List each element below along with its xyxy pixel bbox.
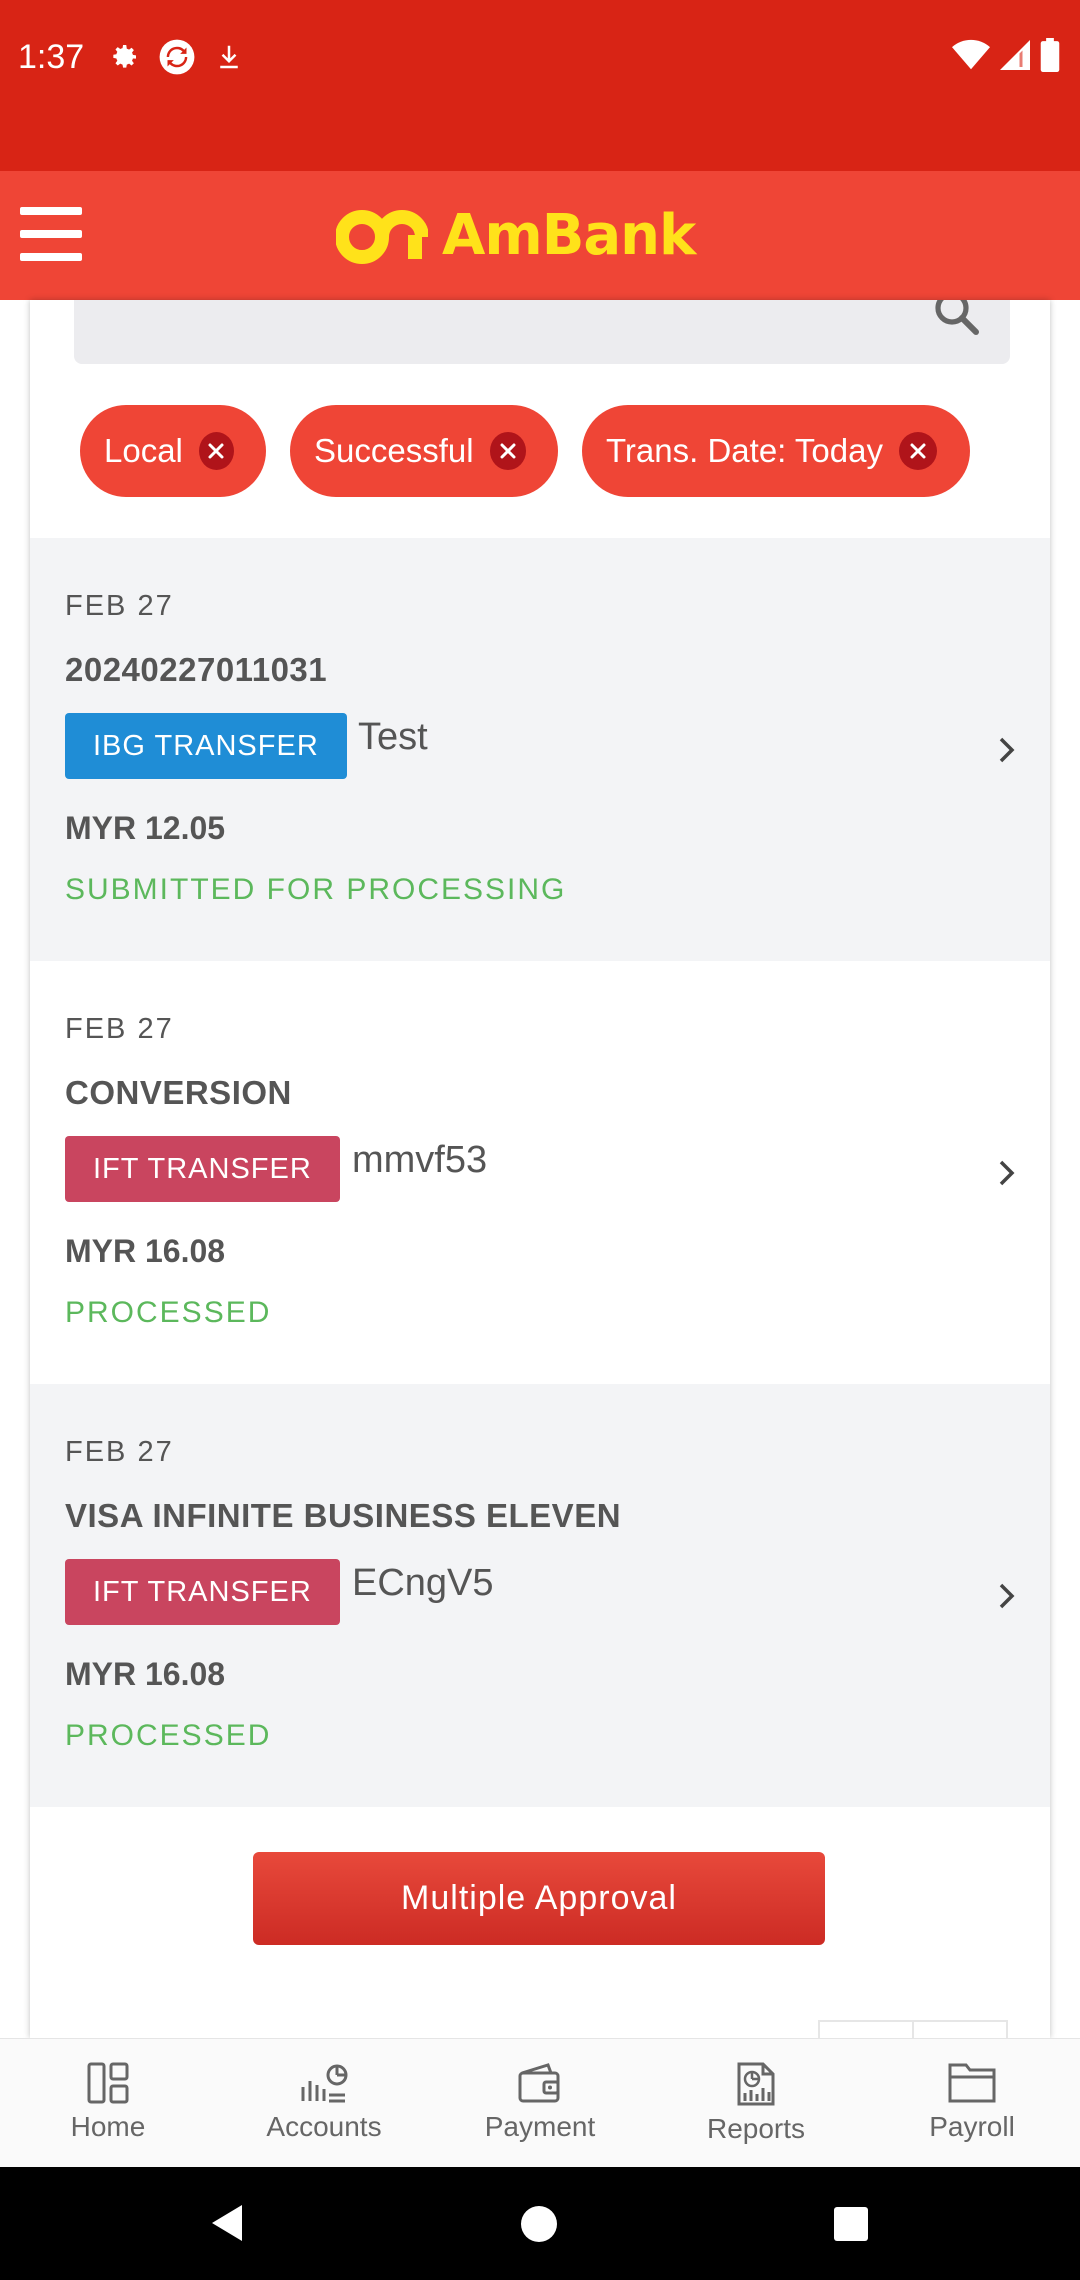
pagination-control[interactable] <box>818 2020 1008 2038</box>
transaction-date: FEB 27 <box>65 590 174 622</box>
ambank-logo-icon <box>336 210 428 264</box>
transaction-description: ECngV5 <box>352 1562 494 1604</box>
filter-chips: Local Successful Trans. Date: Today <box>80 405 970 497</box>
chevron-right-icon[interactable] <box>996 1580 1018 1612</box>
nav-label: Accounts <box>266 2111 382 2142</box>
filter-chip-trans-date[interactable]: Trans. Date: Today <box>582 405 970 497</box>
nav-label: Payment <box>484 2111 596 2142</box>
nav-item-home[interactable]: Home <box>0 2039 216 2167</box>
transaction-status: SUBMITTED FOR PROCESSING <box>65 873 567 906</box>
status-icons-left <box>108 38 244 76</box>
transactions-panel: Local Successful Trans. Date: Today FEB … <box>30 300 1050 2038</box>
wifi-icon <box>952 39 990 70</box>
transaction-amount: MYR 16.08 <box>65 1656 226 1692</box>
filter-chip-label: Trans. Date: Today <box>606 432 883 469</box>
cellular-signal-icon <box>1000 40 1030 70</box>
transaction-row[interactable]: FEB 27 VISA INFINITE BUSINESS ELEVEN IFT… <box>30 1384 1050 1807</box>
nav-item-accounts[interactable]: Accounts <box>216 2039 432 2167</box>
back-icon[interactable] <box>210 2203 244 2243</box>
remove-filter-icon[interactable] <box>489 432 526 470</box>
transaction-status: PROCESSED <box>65 1719 272 1752</box>
transaction-description: mmvf53 <box>352 1139 488 1181</box>
wallet-icon <box>518 2063 560 2103</box>
nav-item-payment[interactable]: Payment <box>432 2039 648 2167</box>
search-icon[interactable] <box>930 300 986 340</box>
transaction-description: Test <box>358 716 428 758</box>
transaction-list: FEB 27 20240227011031 IBG TRANSFER Test … <box>30 538 1050 1807</box>
battery-icon <box>1040 38 1060 72</box>
recent-apps-button[interactable] <box>834 2207 868 2241</box>
transaction-status: PROCESSED <box>65 1296 272 1329</box>
sync-icon <box>159 39 195 75</box>
status-time: 1:37 <box>18 38 85 76</box>
transaction-date: FEB 27 <box>65 1013 174 1045</box>
app-header: AmBank <box>0 171 1080 300</box>
accounts-icon <box>301 2064 348 2103</box>
menu-icon[interactable] <box>20 207 82 261</box>
transaction-amount: MYR 16.08 <box>65 1233 226 1269</box>
nav-item-reports[interactable]: Reports <box>648 2039 864 2167</box>
reports-icon <box>737 2062 775 2106</box>
transaction-type-badge: IBG TRANSFER <box>65 713 347 779</box>
brand-logo: AmBank <box>336 197 696 273</box>
payroll-icon <box>948 2063 996 2103</box>
settings-icon <box>113 45 136 68</box>
filter-chip-successful[interactable]: Successful <box>290 405 558 497</box>
system-navigation-bar <box>0 2167 1080 2280</box>
transaction-type-badge: IFT TRANSFER <box>65 1136 340 1202</box>
transaction-row[interactable]: FEB 27 20240227011031 IBG TRANSFER Test … <box>30 538 1050 961</box>
bottom-nav: Home Accounts Payment Reports Payroll <box>0 2038 1080 2167</box>
filter-chip-local[interactable]: Local <box>80 405 266 497</box>
nav-label: Reports <box>706 2113 806 2144</box>
status-icons-right <box>952 38 1060 72</box>
transaction-type-badge: IFT TRANSFER <box>65 1559 340 1625</box>
chevron-right-icon[interactable] <box>996 734 1018 766</box>
nav-label: Payroll <box>929 2111 1015 2142</box>
download-icon <box>220 45 238 69</box>
transaction-date: FEB 27 <box>65 1436 174 1468</box>
transaction-row[interactable]: FEB 27 CONVERSION IFT TRANSFER mmvf53 MY… <box>30 961 1050 1384</box>
nav-item-payroll[interactable]: Payroll <box>864 2039 1080 2167</box>
multiple-approval-button[interactable]: Multiple Approval <box>253 1852 825 1945</box>
remove-filter-icon[interactable] <box>898 432 937 470</box>
remove-filter-icon[interactable] <box>198 432 234 470</box>
home-icon <box>87 2062 129 2104</box>
transaction-reference: CONVERSION <box>65 1074 292 1111</box>
status-bar: 1:37 <box>0 0 1080 171</box>
home-button[interactable] <box>521 2206 557 2242</box>
filter-chip-label: Successful <box>314 432 474 469</box>
transaction-amount: MYR 12.05 <box>65 810 226 846</box>
transaction-reference: VISA INFINITE BUSINESS ELEVEN <box>65 1497 622 1534</box>
filter-chip-label: Local <box>104 432 183 469</box>
chevron-right-icon[interactable] <box>996 1157 1018 1189</box>
brand-name: AmBank <box>442 202 696 268</box>
transaction-reference: 20240227011031 <box>65 651 328 688</box>
search-input[interactable] <box>74 300 1010 364</box>
nav-label: Home <box>70 2111 146 2142</box>
